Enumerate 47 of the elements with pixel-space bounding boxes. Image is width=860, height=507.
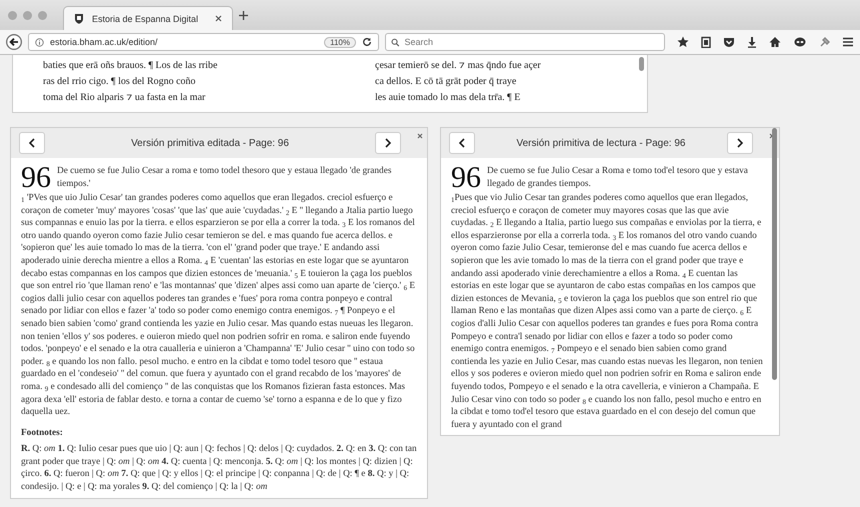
- manuscript-line: ras del rrio cigo. ¶ los del Rogno coño: [43, 75, 196, 89]
- next-page-button[interactable]: [375, 132, 401, 154]
- chapter-text: $_{1}$Pues que vio Julio Cesar tan grandes poderes como aquellos que eran llegados, creciol esfuerço e coraçon de cometer muy mayores cosas que las que avie cuydadas. $_{2}$ E llegando a Italia, partio luego sus compañas e enviolas por la tierra, e ellos esparzieronse por ella a correrla toda. $_{3}$ E los romanos del otro vando cuando oyeron como fazie Julio Cesar, temieronse del e mas cuando fue acerca dellos e sopieron que les avie tomado lo mas de la tierra con el grand poder que traye e andando assi apoderado vinie derechamientre a ellos a Roma. $_{4}$ E cuentan las estorias en este logar que se ayuntaron de cabo estas compañas en los campos que dizien estonces de Mevania, $_{5}$ e tovieron la çaga los pueblos que son entrel rio que llaman Reno e las montañas que dizen Alpes assi como van a parte de cierço. $_{6}$ E cogios d'alli Julio Cesar con aquellos poderes tan grandes e fues pora Roma contra Pompeyo e contra'l senado por lidiar con ellos e fazer a todo so poder como enemigo contra enemigos. $_{7}$ Pompeyo e el senado bien sabien como grand contienda les yazie en Julio Cesar, mas cuando estas nuevas les llegaron, non tenien ellos y sos poderes e ovieron miedo quel non podrien sofrir en Roma e saliron ende fuyendo todos, Pompeyo e el senado e la otra cavelleria, e vinieron a Champaña. E Julio Cesar vino con todo so poder $_{8}$ e cuando los non fallo, pesol mucho e entro en la cibdat e tomo tod'el tesoro que estava guardado en el con desejo del comun que fuera y ayuntado con el grand: [451, 192, 763, 432]
- page-number: 96: [451, 164, 481, 192]
- chapter-heading: De cuemo se fue Julio Cesar a roma e tomo todel thesoro que y estaua llegado 'de grandes tiempos.': [57, 165, 392, 190]
- back-icon[interactable]: [6, 34, 22, 50]
- search-input[interactable]: Search: [404, 37, 659, 47]
- manuscript-line: çesar temierō se del. ⁊ mas q̄ndo fue açer: [375, 59, 541, 73]
- chevron-right-icon: [736, 138, 744, 148]
- reload-icon[interactable]: [362, 37, 372, 47]
- footnotes-label: Footnotes:: [21, 426, 64, 440]
- chapter-text: $_{1}$ 'PVes que uio Julio Cesar' tan grandes poderes como aquellos que eran llegados. creciol esfuerço e coraçon de cometer 'muy' mayores 'cosas' 'que las' que auie 'cuydadas.' $_{2}$ E '' llegando a Jtalia partio luego sus compannas e enuio las por la tierra. e ellos esparzieron se por ella a correr la toda. $_{3}$ E los romanos del otro uando quando oyeron como fazie Julio cesar temieron se del. e mas quando fue acerca dellos. e 'sopieron que' les auie tomado lo mas de la tierra. 'con el' 'grand poder que traye.' E andando assi apoderado uinie derecha mientre a ellos a Roma. $_{4}$ E 'cuentan' las estorias en este logar que se ayuntaron decabo estas compannas en los campos que dizien estonces de 'meuania.' $_{5}$ E touieron la çaga los pueblos que son entrel rio 'que llaman reno' e 'las montannas' que 'dizen' alpes assi como uan aparte de 'cierço.' $_{6}$ E cogios dalli julio cesar con aquellos poderes tan grandes e 'fues' pora roma contra ponpeyo e contral senado por lidiar con ellos e fazer 'a' todo so poder como enemigo contra enemigos. $_{7}$ ¶ Ponpeyo e el senado bien sabien 'como' grand contienda les yazie en Julio cesar. Mas quando estas nueuas les llegaron. non tenien 'ellos y' sos poderes. e ouieron miedo quel non podrien sofrir en roma. e saliron ende fuyendo todos. 'ponpeyo' e el senado e la otra caualleria e uinieron a 'Champanna' 'E' Julio cesar '' uino con todo so poder. $_{8}$ e quando los non fallo. pesol mucho. e entro en la cibdat e tomo todel tesoro que '' estaua guardado en el 'condeseio' '' del comun. que fuera y ayuntado con el grand recabdo de los 'mayores' de roma. $_{9}$ e condesado alli del comienço '' de las conquistas que los Romanos fizieran fasta estonces. Mas agora dexa 'ell' estoria de fablar desto. e torna a contar de cuemo 'se' torno a espanna e de lo que y fizo daquella uez.: [21, 192, 416, 419]
- previous-page-button[interactable]: [449, 132, 475, 154]
- close-tab-icon[interactable]: [215, 15, 222, 22]
- zoom-level[interactable]: 110%: [324, 36, 356, 48]
- chevron-left-icon: [458, 138, 466, 148]
- home-icon[interactable]: [769, 36, 781, 48]
- pocket-icon[interactable]: [723, 36, 735, 48]
- manuscript-line: les auie tomado lo mas dela trr̄a. ¶ E: [375, 91, 520, 105]
- next-page-button[interactable]: [726, 132, 753, 154]
- browser-tab[interactable]: Estoria de Espanna Digital: [63, 6, 233, 30]
- previous-page-button[interactable]: [19, 132, 45, 154]
- extension-icon[interactable]: [819, 36, 831, 48]
- chapter-heading: De cuemo se fue Julio Cesar a Roma e tomo tod'el tesoro que y estava llegado de grandes tiempos.: [487, 165, 749, 190]
- panel-title: Versión primitiva de lectura - Page: 96: [516, 138, 686, 148]
- page-number: 96: [21, 164, 51, 192]
- menu-icon[interactable]: [842, 36, 854, 48]
- panel-title: Versión primitiva editada - Page: 96: [131, 138, 289, 148]
- chevron-left-icon: [28, 138, 36, 148]
- star-icon[interactable]: [677, 36, 689, 48]
- search-icon: [391, 38, 400, 46]
- download-icon[interactable]: [746, 36, 758, 48]
- new-tab-icon[interactable]: [239, 10, 248, 20]
- close-icon[interactable]: [417, 133, 423, 139]
- footnotes-text: R. Q: om 1. Q: Iulio cesar pues que uio | Q: aun | Q: fechos | Q: delos | Q: cuydados. 2. Q: en 3. Q: con tan grant poder que traye | Q: om | Q: om 4. Q: cuenta | Q: menconja. 5. Q: om | Q: los montes | Q: dizien | Q: çirco. 6. Q: fueron | Q: om 7. Q: que | Q: y ellos | Q: el principe | Q: conpanna | Q: de | Q: ¶ e 8. Q: y | Q: condesijo. | Q: e | Q: ma yorales 9. Q: del comienço | Q: la | Q: om: [21, 443, 417, 494]
- info-icon[interactable]: [35, 38, 44, 46]
- chevron-right-icon: [384, 138, 392, 148]
- address-bar[interactable]: estoria.bham.ac.uk/edition/ 110%: [28, 33, 379, 51]
- scrollbar-thumb[interactable]: [772, 128, 777, 380]
- mask-icon[interactable]: [792, 36, 808, 48]
- manuscript-line: ca dellos. E cō tā grāt poder q̄ traye: [375, 75, 516, 89]
- scrollbar-thumb[interactable]: [639, 57, 644, 71]
- shield-icon: [74, 13, 84, 24]
- manuscript-line: baties que erā oñs brauos. ¶ Los de las rribe: [43, 59, 218, 73]
- search-field[interactable]: Search: [385, 33, 665, 51]
- manuscript-line: toma del Rio alparis ⁊ ua fasta en la mar: [43, 91, 206, 105]
- clipboard-icon[interactable]: [700, 36, 712, 48]
